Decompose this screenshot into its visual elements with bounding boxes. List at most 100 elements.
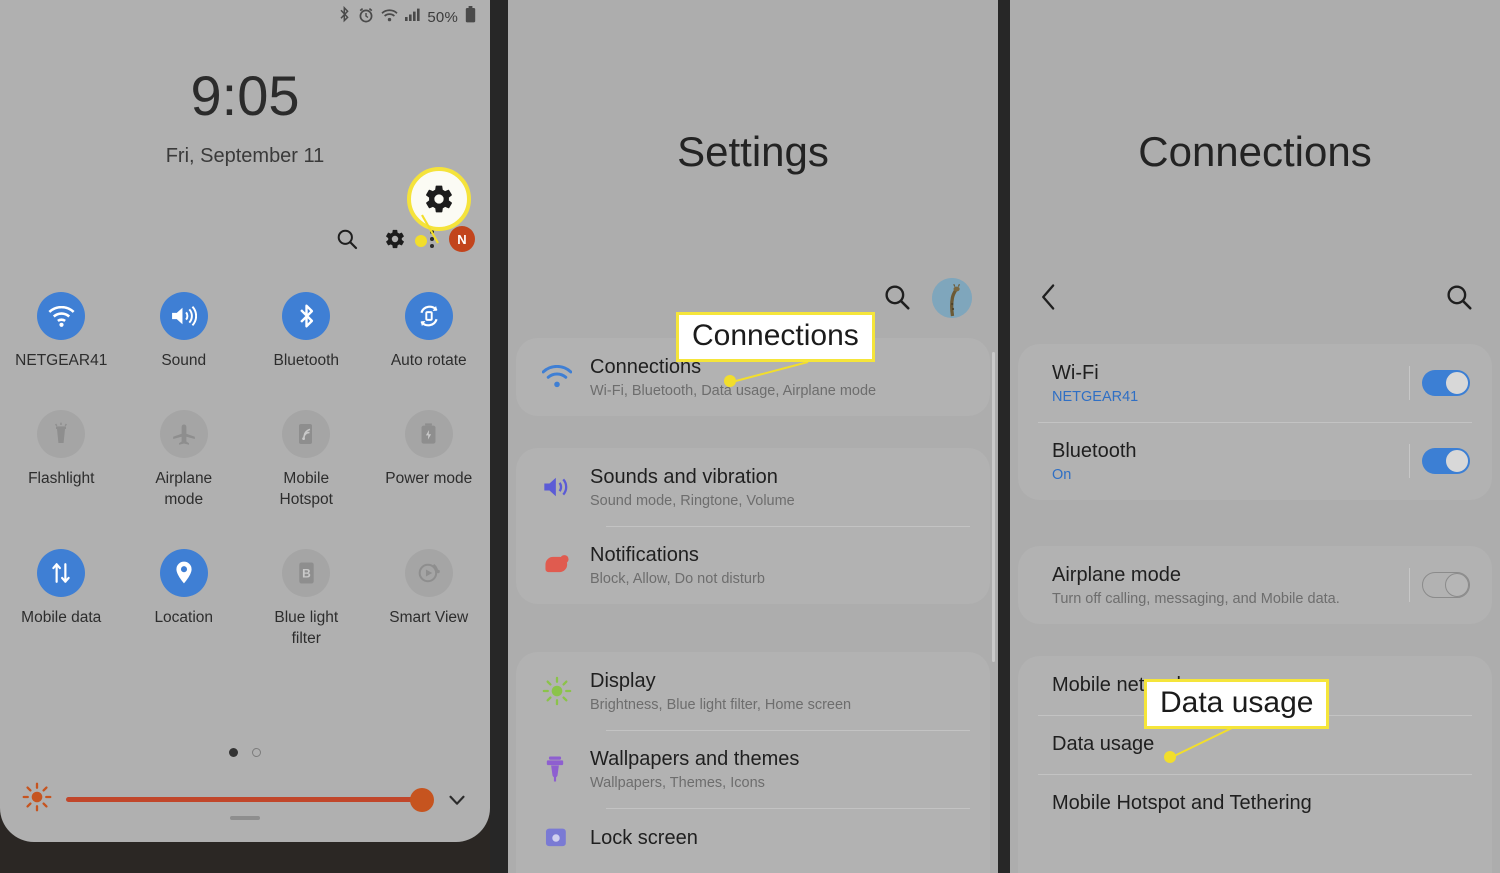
alarm-icon	[358, 7, 374, 28]
back-chevron-icon[interactable]	[1036, 282, 1062, 317]
lock-screen-icon	[532, 825, 590, 851]
brightness-icon	[22, 782, 52, 817]
quick-settings-panel: 50% 9:05 Fri, September 11 N NETGEAR41 S…	[0, 0, 490, 873]
connections-card-wifi-bluetooth: Wi-Fi NETGEAR41 Bluetooth On	[1018, 344, 1492, 500]
quick-tile-grid: NETGEAR41 Sound Bluetooth Auto rotate Fl…	[0, 292, 490, 650]
settings-row-title: Lock screen	[590, 826, 698, 849]
settings-card-sound-notifications: Sounds and vibration Sound mode, Rington…	[516, 448, 990, 604]
gear-callout-anchor-dot	[415, 235, 427, 247]
airplane-icon	[159, 409, 208, 458]
quick-tile-power-mode[interactable]: Power mode	[368, 409, 491, 511]
settings-scrollbar[interactable]	[992, 352, 995, 662]
quick-tile-mobile-data[interactable]: Mobile data	[0, 548, 123, 650]
quick-panel-surface: 50% 9:05 Fri, September 11 N NETGEAR41 S…	[0, 0, 490, 842]
connections-row-text: Mobile Hotspot and Tethering	[1034, 791, 1470, 816]
quick-tile-location[interactable]: Location	[123, 548, 246, 650]
quick-tile-label: Mobile data	[21, 608, 102, 626]
quick-tile-label: Location	[154, 608, 214, 626]
volume-icon	[159, 292, 208, 340]
settings-row-lock-screen[interactable]: Lock screen	[532, 808, 974, 868]
status-bar: 50%	[338, 5, 476, 28]
volume-icon	[532, 474, 590, 500]
settings-row-text: Lock screen	[590, 826, 968, 851]
callout-connections: Connections	[676, 312, 875, 362]
clock-date: Fri, September 11	[165, 145, 325, 167]
panel-grab-handle[interactable]	[230, 816, 260, 820]
settings-row-title: Notifications	[590, 544, 699, 566]
toggle-knob	[1445, 371, 1469, 395]
connections-row-mobile-hotspot-tethering[interactable]: Mobile Hotspot and Tethering	[1034, 774, 1476, 833]
callout-connections-anchor-dot	[724, 375, 736, 387]
callout-connections-leader-line	[731, 361, 809, 383]
wifi-icon	[381, 8, 398, 27]
search-icon[interactable]	[334, 226, 360, 252]
brightness-slider[interactable]	[66, 787, 434, 812]
connections-row-title: Mobile Hotspot and Tethering	[1052, 792, 1312, 814]
connections-row-airplane-mode[interactable]: Airplane mode Turn off calling, messagin…	[1034, 546, 1476, 624]
page-dot-inactive[interactable]	[252, 748, 261, 757]
bluetooth-icon	[282, 292, 331, 340]
quick-tile-flashlight[interactable]: Flashlight	[0, 409, 123, 511]
settings-card-display-wallpapers: Display Brightness, Blue light filter, H…	[516, 652, 990, 873]
notifications-icon	[532, 553, 590, 577]
clock-time: 9:05	[190, 64, 300, 127]
power-mode-icon	[404, 409, 453, 458]
quick-tile-auto-rotate[interactable]: Auto rotate	[368, 292, 491, 372]
screenshot-stage: 50% 9:05 Fri, September 11 N NETGEAR41 S…	[0, 0, 1500, 873]
settings-row-wallpapers-and-themes[interactable]: Wallpapers and themes Wallpapers, Themes…	[532, 730, 974, 808]
wifi-toggle[interactable]	[1422, 370, 1470, 396]
connections-row-title: Bluetooth	[1052, 440, 1137, 462]
mobile-data-icon	[37, 548, 86, 597]
connections-row-title: Airplane mode	[1052, 564, 1181, 586]
callout-data-usage-anchor-dot	[1164, 751, 1176, 763]
search-icon[interactable]	[882, 282, 912, 317]
bluetooth-toggle[interactable]	[1422, 448, 1470, 474]
settings-row-sounds-and-vibration[interactable]: Sounds and vibration Sound mode, Rington…	[532, 448, 974, 526]
connections-row-text: Airplane mode Turn off calling, messagin…	[1034, 563, 1422, 607]
quick-tile-label: Blue light filter	[274, 608, 339, 647]
quick-tile-label: Smart View	[389, 608, 469, 626]
settings-row-subtitle: Brightness, Blue light filter, Home scre…	[590, 697, 852, 713]
quick-tile-smart-view[interactable]: Smart View	[368, 548, 491, 650]
page-indicator-dots	[0, 748, 490, 757]
connections-row-title: Data usage	[1052, 733, 1155, 755]
settings-row-text: Sounds and vibration Sound mode, Rington…	[590, 465, 968, 509]
chevron-down-icon[interactable]	[444, 787, 470, 813]
connections-header-actions	[1010, 282, 1500, 318]
settings-row-subtitle: Sound mode, Ringtone, Volume	[590, 493, 795, 509]
quick-tile-sound[interactable]: Sound	[123, 292, 246, 372]
connections-row-bluetooth[interactable]: Bluetooth On	[1034, 422, 1476, 500]
quick-tile-label: Bluetooth	[273, 352, 340, 369]
connections-row-subtitle: Turn off calling, messaging, and Mobile …	[1052, 591, 1340, 607]
quick-tile-bluetooth[interactable]: Bluetooth	[245, 292, 368, 372]
avatar[interactable]	[932, 278, 972, 318]
phone-bezel-divider-2	[998, 0, 1010, 873]
blue-light-icon: B	[282, 548, 331, 597]
connections-row-wifi[interactable]: Wi-Fi NETGEAR41	[1034, 344, 1476, 422]
settings-row-text: Wallpapers and themes Wallpapers, Themes…	[590, 747, 968, 791]
brightness-slider-thumb[interactable]	[410, 787, 434, 812]
airplane-mode-toggle[interactable]	[1422, 572, 1470, 598]
quick-tile-blue-light-filter[interactable]: B Blue light filter	[245, 548, 368, 650]
location-pin-icon	[159, 548, 208, 597]
page-title: Settings	[677, 128, 829, 175]
callout-data-usage: Data usage	[1144, 679, 1330, 729]
quick-tile-airplane-mode[interactable]: Airplane mode	[123, 409, 246, 511]
flashlight-icon	[37, 409, 86, 458]
settings-row-notifications[interactable]: Notifications Block, Allow, Do not distu…	[532, 526, 974, 604]
settings-row-title: Display	[590, 670, 656, 692]
settings-row-display[interactable]: Display Brightness, Blue light filter, H…	[532, 652, 974, 730]
quick-tile-wifi[interactable]: NETGEAR41	[0, 292, 123, 372]
gear-callout-leader-line	[421, 214, 439, 244]
quick-tile-label: Power mode	[385, 469, 473, 487]
quick-tile-mobile-hotspot[interactable]: Mobile Hotspot	[245, 409, 368, 511]
page-dot-active[interactable]	[229, 748, 238, 757]
search-icon[interactable]	[1444, 282, 1474, 317]
quick-tile-label: Flashlight	[28, 469, 95, 487]
display-icon	[532, 676, 590, 706]
connections-card-airplane-mode: Airplane mode Turn off calling, messagin…	[1018, 546, 1492, 624]
page-title: Connections	[1138, 128, 1372, 175]
wallpaper-brush-icon	[532, 755, 590, 783]
toggle-separator	[1409, 366, 1410, 400]
wifi-icon	[37, 292, 86, 340]
